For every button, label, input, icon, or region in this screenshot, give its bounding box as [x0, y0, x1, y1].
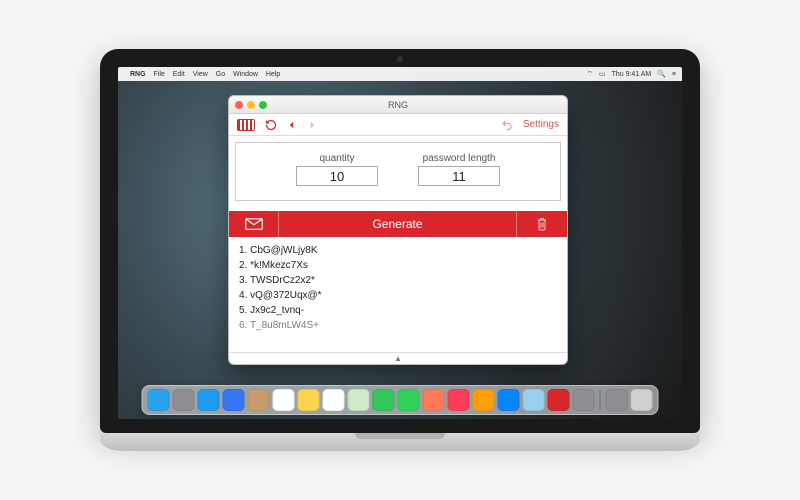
- result-row: 1. CbG@jWLjy8K: [239, 243, 557, 258]
- length-input[interactable]: 11: [418, 166, 500, 186]
- forward-icon[interactable]: [307, 120, 317, 130]
- dock-app-reminders[interactable]: [323, 389, 345, 411]
- result-row: 3. TWSDrCz2x2*: [239, 273, 557, 288]
- dock: [142, 385, 659, 415]
- screen-bezel: RNG File Edit View Go Window Help ⌔ ▭ Th…: [100, 49, 700, 433]
- trash-button[interactable]: [517, 211, 567, 237]
- desktop: RNG File Edit View Go Window Help ⌔ ▭ Th…: [118, 67, 682, 419]
- menubar-go[interactable]: Go: [216, 71, 225, 78]
- back-icon[interactable]: [287, 120, 297, 130]
- mail-button[interactable]: [229, 211, 279, 237]
- mac-menubar: RNG File Edit View Go Window Help ⌔ ▭ Th…: [118, 67, 682, 81]
- dock-app-rng[interactable]: [548, 389, 570, 411]
- length-field: password length 11: [418, 153, 500, 186]
- dock-app-photobooth[interactable]: [423, 389, 445, 411]
- dock-separator: [600, 390, 601, 410]
- undo-icon[interactable]: [501, 119, 513, 131]
- result-row: 4. vQ@372Uqx@*: [239, 288, 557, 303]
- mode-toggle[interactable]: [237, 119, 255, 131]
- settings-button[interactable]: Settings: [523, 119, 559, 130]
- dock-app-settings[interactable]: [573, 389, 595, 411]
- menubar-file[interactable]: File: [154, 71, 165, 78]
- results-list[interactable]: 1. CbG@jWLjy8K 2. *k!Mkezc7Xs 3. TWSDrCz…: [229, 237, 567, 352]
- dock-app-finder[interactable]: [148, 389, 170, 411]
- dock-app-launchpad[interactable]: [173, 389, 195, 411]
- expand-grip-icon[interactable]: ▲: [229, 352, 567, 364]
- menubar-window[interactable]: Window: [233, 71, 258, 78]
- dock-app-facetime[interactable]: [398, 389, 420, 411]
- laptop-base: [100, 433, 700, 451]
- spotlight-icon[interactable]: 🔍: [657, 71, 666, 78]
- menubar-view[interactable]: View: [193, 71, 208, 78]
- maximize-button[interactable]: [259, 101, 267, 109]
- input-panel: quantity 10 password length 11: [235, 142, 561, 201]
- dock-tray-trash[interactable]: [631, 389, 653, 411]
- laptop-mock: RNG File Edit View Go Window Help ⌔ ▭ Th…: [100, 49, 700, 451]
- menubar-edit[interactable]: Edit: [173, 71, 185, 78]
- result-row: 6. T_8u8mLW4S+: [239, 318, 557, 333]
- dock-app-safari[interactable]: [198, 389, 220, 411]
- dock-app-calendar[interactable]: [273, 389, 295, 411]
- window-title: RNG: [229, 100, 567, 110]
- window-titlebar[interactable]: RNG: [229, 96, 567, 114]
- notification-center-icon[interactable]: ≡: [672, 71, 676, 78]
- quantity-input[interactable]: 10: [296, 166, 378, 186]
- dock-tray-downloads[interactable]: [606, 389, 628, 411]
- dock-app-notes[interactable]: [298, 389, 320, 411]
- quantity-field: quantity 10: [296, 153, 378, 186]
- menubar-status: ⌔ ▭ Thu 9:41 AM 🔍 ≡: [582, 70, 676, 79]
- traffic-lights: [235, 101, 267, 109]
- action-row: Generate: [229, 211, 567, 237]
- quantity-label: quantity: [296, 153, 378, 164]
- menubar-help[interactable]: Help: [266, 71, 280, 78]
- dock-app-ibooks[interactable]: [473, 389, 495, 411]
- dock-app-appstore[interactable]: [498, 389, 520, 411]
- dock-app-contacts[interactable]: [248, 389, 270, 411]
- menubar-menus: RNG File Edit View Go Window Help: [130, 71, 286, 78]
- dock-app-mail[interactable]: [223, 389, 245, 411]
- menubar-app[interactable]: RNG: [130, 71, 146, 78]
- result-row: 2. *k!Mkezc7Xs: [239, 258, 557, 273]
- close-button[interactable]: [235, 101, 243, 109]
- dock-app-messages[interactable]: [373, 389, 395, 411]
- dock-app-itunes[interactable]: [448, 389, 470, 411]
- battery-icon[interactable]: ▭: [599, 71, 606, 78]
- toolbar: Settings: [229, 114, 567, 136]
- menubar-clock[interactable]: Thu 9:41 AM: [612, 71, 652, 78]
- minimize-button[interactable]: [247, 101, 255, 109]
- result-row: 5. Jx9c2_tvnq-: [239, 303, 557, 318]
- camera-dot: [397, 56, 403, 62]
- app-window: RNG Setti: [228, 95, 568, 365]
- refresh-icon[interactable]: [265, 119, 277, 131]
- dock-app-maps[interactable]: [348, 389, 370, 411]
- wifi-icon[interactable]: ⌔: [586, 71, 593, 78]
- length-label: password length: [418, 153, 500, 164]
- generate-button[interactable]: Generate: [279, 211, 517, 237]
- dock-app-preview[interactable]: [523, 389, 545, 411]
